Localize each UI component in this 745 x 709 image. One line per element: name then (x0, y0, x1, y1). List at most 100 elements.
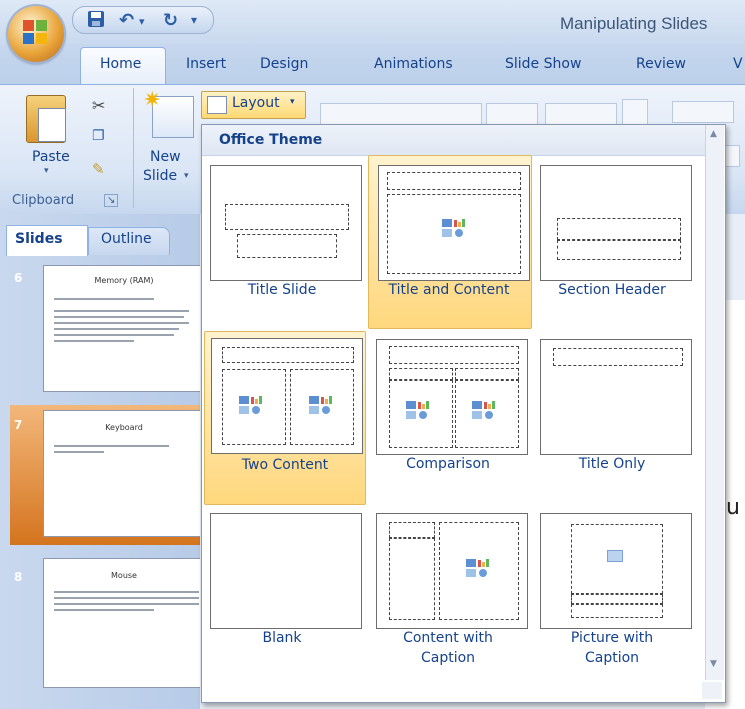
placeholder (389, 522, 435, 538)
slide-number: 8 (14, 570, 23, 584)
office-logo-icon (23, 20, 47, 44)
layout-preview (211, 338, 363, 454)
layout-preview (210, 165, 362, 281)
group-separator (133, 88, 134, 208)
layout-title-and-content[interactable]: Title and Content (368, 155, 532, 329)
layout-label: Comparison (406, 456, 490, 472)
tab-animations[interactable]: Animations (374, 56, 453, 72)
tab-insert[interactable]: Insert (186, 56, 226, 72)
slide-thumbnail-8[interactable]: Mouse (43, 558, 205, 688)
thumb-text-line (54, 340, 134, 342)
paste-button[interactable]: Paste (32, 149, 70, 165)
layout-two-content[interactable]: Two Content (204, 331, 366, 505)
thumb-text-line (54, 298, 154, 300)
tab-slide-show[interactable]: Slide Show (505, 56, 581, 72)
scroll-down-icon[interactable]: ▼ (710, 659, 717, 669)
tab-home[interactable]: Home (100, 56, 141, 72)
tab-design[interactable]: Design (260, 56, 308, 72)
redo-icon[interactable]: ↻ (163, 10, 178, 31)
placeholder (553, 348, 683, 366)
placeholder (237, 234, 337, 258)
placeholder (557, 240, 681, 260)
gallery-header-label: Office Theme (219, 132, 323, 148)
slide-thumbnail-7[interactable]: Keyboard (43, 410, 205, 537)
layout-preview (378, 165, 530, 281)
resize-grip-icon[interactable] (702, 682, 722, 699)
layout-label: Section Header (558, 282, 666, 298)
placeholder (389, 346, 519, 364)
layout-label: Title Only (578, 456, 646, 472)
pane-tab-outline[interactable]: Outline (88, 227, 170, 255)
window-title: Manipulating Slides (560, 14, 708, 33)
cut-icon[interactable]: ✂ (92, 96, 105, 115)
layout-preview (376, 339, 528, 455)
font-grow-shrink[interactable] (545, 103, 617, 125)
thumb-text-line (54, 316, 184, 318)
content-icons (472, 401, 495, 419)
paste-sheet-icon (38, 108, 66, 142)
slide-thumb-title: Keyboard (105, 423, 143, 432)
layout-blank[interactable]: Blank (202, 505, 362, 675)
layout-title-slide[interactable]: Title Slide (202, 157, 362, 327)
new-slide-label-2[interactable]: Slide (143, 168, 177, 184)
bullets-box[interactable] (672, 101, 734, 123)
clear-format-button[interactable] (622, 99, 648, 125)
layout-icon (207, 96, 227, 114)
new-star-icon: ✷ (143, 88, 162, 113)
slide-thumb-title: Mouse (111, 571, 137, 580)
gallery-scrollbar[interactable]: ▲ ▼ (705, 125, 724, 680)
customize-icon[interactable]: ▾ (191, 13, 197, 27)
thumb-text-line (54, 591, 199, 593)
slide-thumb-title: Memory (RAM) (94, 276, 154, 285)
undo-icon[interactable]: ↶ (119, 10, 134, 31)
slide-body-text: u (726, 495, 740, 520)
paste-dropdown-icon[interactable]: ▾ (44, 166, 49, 176)
layout-label: Two Content (241, 457, 329, 473)
layout-label: Layout (232, 95, 280, 111)
placeholder (557, 218, 681, 240)
slide-thumbnail-6[interactable]: Memory (RAM) (43, 265, 205, 392)
dialog-launcher-icon[interactable]: ↘ (104, 194, 119, 207)
save-icon[interactable] (87, 10, 105, 33)
placeholder (571, 604, 663, 618)
layout-label: Picture with (570, 630, 654, 646)
pane-tab-slides-label: Slides (15, 231, 63, 247)
layout-preview (210, 513, 362, 629)
placeholder (222, 347, 354, 363)
layout-button[interactable]: Layout ▾ (201, 91, 306, 119)
layout-content-with-caption[interactable]: Content with Caption (368, 505, 528, 675)
thumb-text-line (54, 322, 189, 324)
content-icons (309, 396, 332, 414)
layout-preview (540, 165, 692, 281)
layout-title-only[interactable]: Title Only (532, 331, 692, 501)
pane-tab-slides[interactable]: Slides (6, 225, 88, 256)
copy-icon[interactable]: ❐ (92, 128, 105, 144)
scroll-up-icon[interactable]: ▲ (710, 129, 717, 139)
new-slide-label[interactable]: New (150, 149, 181, 165)
layout-comparison[interactable]: Comparison (368, 331, 528, 501)
layout-dropdown-icon: ▾ (290, 97, 295, 107)
thumb-text-line (54, 597, 199, 599)
new-slide-dropdown-icon[interactable]: ▾ (184, 171, 189, 181)
layout-section-header[interactable]: Section Header (532, 157, 692, 327)
quick-access-toolbar: ↶ ▾ ↻ ▾ (72, 6, 214, 34)
content-icons (466, 559, 489, 577)
font-name-box[interactable] (320, 103, 482, 125)
picture-icon (607, 550, 623, 562)
tab-view[interactable]: V (733, 56, 743, 72)
undo-dropdown-icon[interactable]: ▾ (139, 15, 145, 28)
tab-review[interactable]: Review (636, 56, 686, 72)
slide-number: 6 (14, 271, 23, 285)
format-painter-icon[interactable]: ✎ (92, 160, 105, 178)
layout-picture-with-caption[interactable]: Picture with Caption (532, 505, 692, 675)
font-size-box[interactable] (486, 103, 538, 125)
thumb-text-line (54, 328, 179, 330)
layout-preview (540, 339, 692, 455)
thumb-text-line (54, 603, 199, 605)
layout-label-line2: Caption (584, 650, 640, 666)
thumb-text-line (54, 310, 189, 312)
layout-preview (540, 513, 692, 629)
layout-label: Title and Content (388, 282, 510, 298)
layout-label: Content with (403, 630, 493, 646)
thumb-text-line (54, 609, 154, 611)
